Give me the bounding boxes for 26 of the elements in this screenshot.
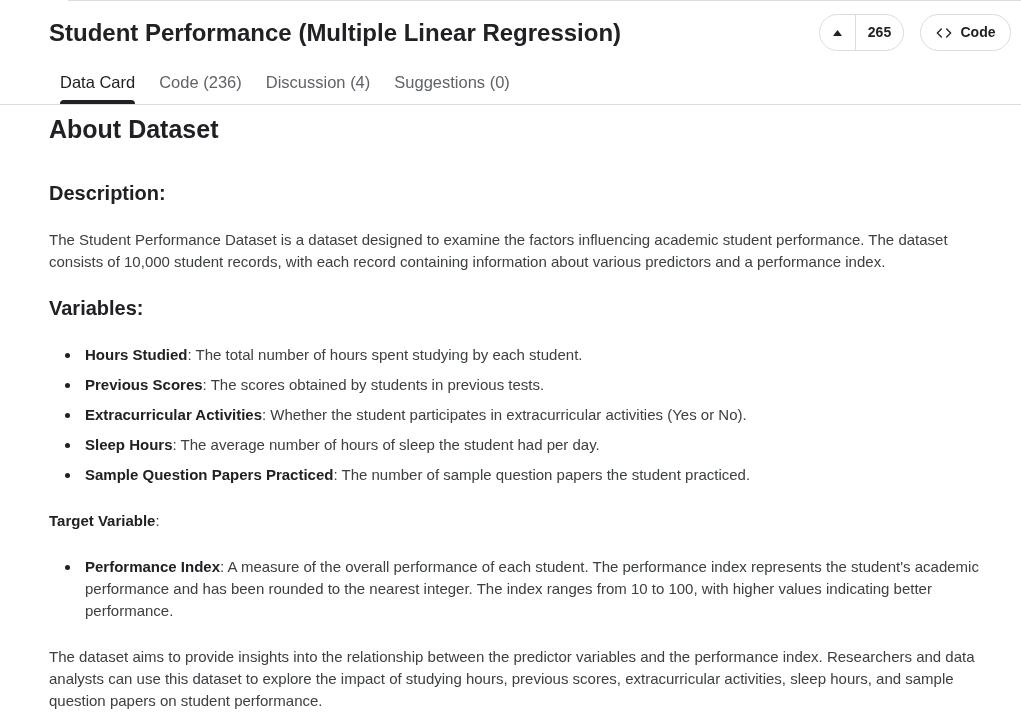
tab[interactable]: Discussion (4)	[265, 72, 371, 104]
bullet-icon	[65, 383, 70, 388]
code-button[interactable]: Code	[920, 14, 1011, 51]
list-item-text: Performance Index: A measure of the overall performance of each student. The performance index represents the student's academic performance and has been rounded to the nearest integer. The index ranges from 10 to 100, with higher values indicating better performance.	[85, 557, 980, 621]
subheading: Variables:	[49, 296, 144, 320]
bullet-icon	[65, 473, 70, 478]
bullet-icon	[65, 443, 70, 448]
tab[interactable]: Data Card	[60, 72, 136, 104]
paragraph: Target Variable:	[49, 511, 161, 531]
list-item-text: Extracurricular Activities: Whether the student participates in extracurricular activities (Yes or No).	[85, 405, 747, 425]
tab[interactable]: Suggestions (0)	[394, 72, 510, 104]
page-title: Student Performance (Multiple Linear Regression)	[49, 18, 622, 48]
subheading: Description:	[49, 181, 166, 205]
bullet-icon	[65, 413, 70, 418]
list-item-text: Previous Scores: The scores obtained by students in previous tests.	[85, 375, 545, 395]
caret-up-icon	[833, 29, 842, 36]
list-item-text: Hours Studied: The total number of hours spent studying by each student.	[85, 345, 583, 365]
vote-count: 265	[866, 23, 893, 42]
bullet-icon	[65, 565, 70, 570]
bullet-icon	[65, 353, 70, 358]
list-item-text: Sample Question Papers Practiced: The number of sample question papers the student practiced.	[85, 465, 751, 485]
paragraph: The dataset aims to provide insights into the relationship between the predictor variables and the performance index. Researchers and data analysts can use this dataset to explore the impact of studying hours, previous scores, extracurricular activities, sleep hours, and sample question papers on student performance.	[49, 647, 976, 711]
tab[interactable]: Code (236)	[159, 72, 242, 104]
paragraph: The Student Performance Dataset is a dataset designed to examine the factors influencing academic student performance. The dataset consists of 10,000 student records, with each record containing information about various predictors and a performance index.	[49, 230, 949, 272]
list-item-text: Sleep Hours: The average number of hours of sleep the student had per day.	[85, 435, 600, 455]
section-heading: About Dataset	[49, 114, 219, 145]
